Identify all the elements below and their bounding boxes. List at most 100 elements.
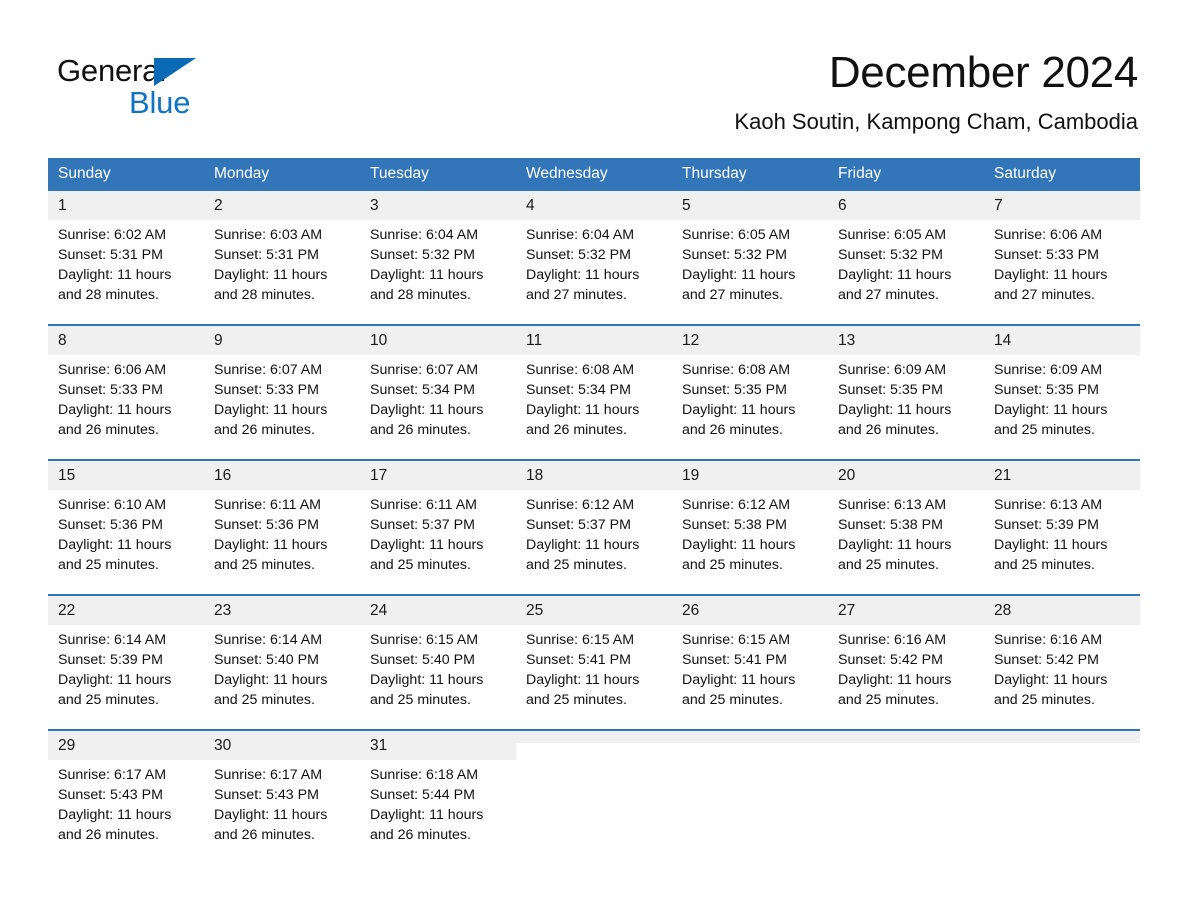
day-number: 31: [360, 731, 516, 760]
day-number: 15: [48, 461, 204, 490]
day-cell[interactable]: 31 Sunrise: 6:18 AM Sunset: 5:44 PM Dayligh…: [360, 729, 516, 844]
daylight-text: Daylight: 11 hours and 27 minutes.: [682, 267, 796, 303]
sunset-text: Sunset: 5:38 PM: [838, 517, 943, 533]
sunset-text: Sunset: 5:43 PM: [58, 787, 163, 803]
daylight-text: Daylight: 11 hours and 25 minutes.: [214, 537, 328, 573]
sunset-text: Sunset: 5:39 PM: [994, 517, 1099, 533]
sunset-text: Sunset: 5:31 PM: [58, 247, 163, 263]
sunrise-text: Sunrise: 6:10 AM: [58, 497, 167, 513]
sunset-text: Sunset: 5:37 PM: [370, 517, 475, 533]
day-cell[interactable]: 5 Sunrise: 6:05 AM Sunset: 5:32 PM Daylight…: [672, 191, 828, 304]
week-spacer: [48, 304, 1140, 325]
daylight-text: Daylight: 11 hours and 27 minutes.: [526, 267, 640, 303]
daylight-text: Daylight: 11 hours and 26 minutes.: [838, 402, 952, 438]
day-info: Sunrise: 6:11 AM Sunset: 5:36 PM Daylight:…: [204, 490, 360, 575]
day-cell[interactable]: 24 Sunrise: 6:15 AM Sunset: 5:40 PM Dayligh…: [360, 594, 516, 709]
day-number: 9: [204, 326, 360, 355]
day-info: Sunrise: 6:04 AM Sunset: 5:32 PM Daylight:…: [516, 220, 672, 305]
day-number: 12: [672, 326, 828, 355]
day-cell[interactable]: 21 Sunrise: 6:13 AM Sunset: 5:39 PM Dayligh…: [984, 459, 1140, 574]
logo-bottom-row: Blue: [57, 87, 317, 119]
day-cell[interactable]: 10 Sunrise: 6:07 AM Sunset: 5:34 PM Dayligh…: [360, 324, 516, 439]
day-info: Sunrise: 6:15 AM Sunset: 5:41 PM Daylight:…: [516, 625, 672, 710]
sunrise-text: Sunrise: 6:04 AM: [370, 227, 479, 243]
day-cell[interactable]: 11 Sunrise: 6:08 AM Sunset: 5:34 PM Dayligh…: [516, 324, 672, 440]
day-cell[interactable]: 14 Sunrise: 6:09 AM Sunset: 5:35 PM Dayligh…: [984, 324, 1140, 440]
sunrise-text: Sunrise: 6:16 AM: [838, 632, 947, 648]
weekday-header-friday: Friday: [828, 158, 984, 191]
day-cell[interactable]: 18 Sunrise: 6:12 AM Sunset: 5:37 PM Dayligh…: [516, 459, 672, 574]
day-cell[interactable]: 27 Sunrise: 6:16 AM Sunset: 5:42 PM Dayligh…: [828, 594, 984, 709]
day-number: [516, 731, 672, 743]
day-cell[interactable]: 7 Sunrise: 6:06 AM Sunset: 5:33 PM Daylight…: [984, 191, 1140, 304]
day-number: 11: [516, 326, 672, 355]
sunset-text: Sunset: 5:32 PM: [682, 247, 787, 263]
day-number: 5: [672, 191, 828, 220]
sunrise-text: Sunrise: 6:14 AM: [214, 632, 323, 648]
daylight-text: Daylight: 11 hours and 26 minutes.: [214, 807, 328, 843]
day-cell[interactable]: 9 Sunrise: 6:07 AM Sunset: 5:33 PM Daylight…: [204, 324, 360, 440]
daylight-text: Daylight: 11 hours and 26 minutes.: [526, 402, 640, 438]
daylight-text: Daylight: 11 hours and 26 minutes.: [214, 402, 328, 438]
day-cell[interactable]: 26 Sunrise: 6:15 AM Sunset: 5:41 PM Dayligh…: [672, 594, 828, 709]
weekday-header-wednesday: Wednesday: [516, 158, 672, 191]
day-number: 10: [360, 326, 516, 355]
day-cell[interactable]: 13 Sunrise: 6:09 AM Sunset: 5:35 PM Dayligh…: [828, 324, 984, 439]
sunset-text: Sunset: 5:32 PM: [838, 247, 943, 263]
sunset-text: Sunset: 5:33 PM: [58, 382, 163, 398]
day-cell[interactable]: 19 Sunrise: 6:12 AM Sunset: 5:38 PM Dayligh…: [672, 459, 828, 574]
sunrise-text: Sunrise: 6:04 AM: [526, 227, 635, 243]
day-number: [828, 731, 984, 743]
sunrise-text: Sunrise: 6:05 AM: [838, 227, 947, 243]
title-block: December 2024 Kaoh Soutin, Kampong Cham,…: [734, 48, 1138, 136]
daylight-text: Daylight: 11 hours and 26 minutes.: [58, 807, 172, 843]
day-info: Sunrise: 6:08 AM Sunset: 5:34 PM Daylight:…: [516, 355, 672, 440]
sunrise-text: Sunrise: 6:16 AM: [994, 632, 1103, 648]
calendar-grid: Sunday Monday Tuesday Wednesday Thursday…: [48, 158, 1140, 844]
day-cell[interactable]: 15 Sunrise: 6:10 AM Sunset: 5:36 PM Dayligh…: [48, 459, 204, 574]
week-row: 29 Sunrise: 6:17 AM Sunset: 5:43 PM Dayligh…: [48, 729, 1140, 845]
sunrise-text: Sunrise: 6:08 AM: [682, 362, 791, 378]
day-cell[interactable]: 16 Sunrise: 6:11 AM Sunset: 5:36 PM Dayligh…: [204, 459, 360, 575]
sunrise-text: Sunrise: 6:08 AM: [526, 362, 635, 378]
day-cell[interactable]: 20 Sunrise: 6:13 AM Sunset: 5:38 PM Dayligh…: [828, 459, 984, 574]
day-number: 22: [48, 596, 204, 625]
sunset-text: Sunset: 5:40 PM: [370, 652, 475, 668]
calendar-body: 1 Sunrise: 6:02 AM Sunset: 5:31 PM Daylight…: [48, 191, 1140, 844]
weekday-header-row: Sunday Monday Tuesday Wednesday Thursday…: [48, 158, 1140, 191]
sunrise-text: Sunrise: 6:15 AM: [370, 632, 479, 648]
day-cell[interactable]: 28 Sunrise: 6:16 AM Sunset: 5:42 PM Dayligh…: [984, 594, 1140, 709]
day-number: 17: [360, 461, 516, 490]
day-cell[interactable]: 4 Sunrise: 6:04 AM Sunset: 5:32 PM Daylight…: [516, 191, 672, 304]
day-cell[interactable]: 17 Sunrise: 6:11 AM Sunset: 5:37 PM Dayligh…: [360, 459, 516, 574]
day-info: Sunrise: 6:07 AM Sunset: 5:33 PM Daylight:…: [204, 355, 360, 440]
day-info: Sunrise: 6:09 AM Sunset: 5:35 PM Daylight:…: [984, 355, 1140, 440]
day-cell[interactable]: 8 Sunrise: 6:06 AM Sunset: 5:33 PM Daylight…: [48, 324, 204, 440]
day-cell[interactable]: 12 Sunrise: 6:08 AM Sunset: 5:35 PM Dayligh…: [672, 324, 828, 439]
day-info: Sunrise: 6:17 AM Sunset: 5:43 PM Daylight:…: [48, 760, 204, 845]
day-cell[interactable]: 1 Sunrise: 6:02 AM Sunset: 5:31 PM Daylight…: [48, 191, 204, 304]
sunset-text: Sunset: 5:37 PM: [526, 517, 631, 533]
day-cell[interactable]: 23 Sunrise: 6:14 AM Sunset: 5:40 PM Dayligh…: [204, 594, 360, 709]
sunrise-text: Sunrise: 6:07 AM: [214, 362, 323, 378]
day-number: 20: [828, 461, 984, 490]
day-cell[interactable]: 22 Sunrise: 6:14 AM Sunset: 5:39 PM Dayligh…: [48, 594, 204, 709]
daylight-text: Daylight: 11 hours and 28 minutes.: [214, 267, 328, 303]
day-number: 28: [984, 596, 1140, 625]
day-cell[interactable]: 25 Sunrise: 6:15 AM Sunset: 5:41 PM Dayligh…: [516, 594, 672, 710]
sunset-text: Sunset: 5:34 PM: [370, 382, 475, 398]
calendar-table: Sunday Monday Tuesday Wednesday Thursday…: [48, 158, 1140, 844]
day-cell[interactable]: 30 Sunrise: 6:17 AM Sunset: 5:43 PM Dayligh…: [204, 729, 360, 844]
sunset-text: Sunset: 5:41 PM: [526, 652, 631, 668]
day-number: 2: [204, 191, 360, 220]
day-cell[interactable]: 2 Sunrise: 6:03 AM Sunset: 5:31 PM Daylight…: [204, 191, 360, 304]
logo-word-general: General: [57, 53, 166, 88]
day-info: Sunrise: 6:06 AM Sunset: 5:33 PM Daylight:…: [48, 355, 204, 440]
sunset-text: Sunset: 5:33 PM: [994, 247, 1099, 263]
day-cell[interactable]: 29 Sunrise: 6:17 AM Sunset: 5:43 PM Dayligh…: [48, 729, 204, 845]
day-cell[interactable]: 3 Sunrise: 6:04 AM Sunset: 5:32 PM Daylight…: [360, 191, 516, 304]
day-number: 23: [204, 596, 360, 625]
sunset-text: Sunset: 5:32 PM: [370, 247, 475, 263]
day-number: [984, 731, 1140, 743]
day-cell[interactable]: 6 Sunrise: 6:05 AM Sunset: 5:32 PM Daylight…: [828, 191, 984, 304]
